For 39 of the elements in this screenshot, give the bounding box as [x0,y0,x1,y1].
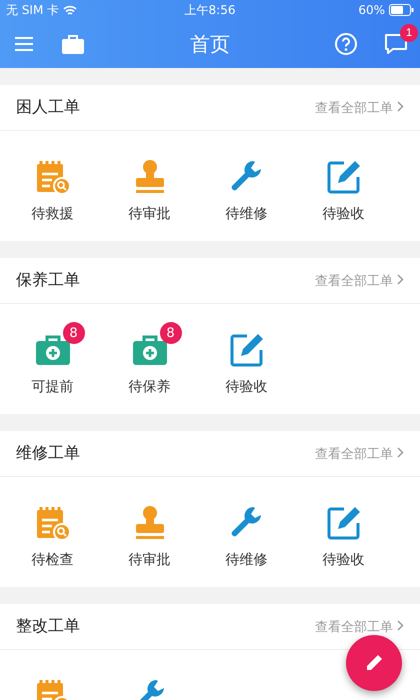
notepad-icon [34,505,70,541]
battery-icon [388,4,414,16]
order-category-item[interactable]: 待审批 [101,147,198,241]
chevron-right-icon [397,274,404,284]
section-title: 保养工单 [16,270,80,291]
pencil-icon [364,653,384,673]
section-title: 整改工单 [16,616,80,637]
chat-bubble-icon [384,32,408,56]
order-category-item[interactable]: 待验收 [295,147,392,241]
edit-icon [326,505,362,541]
order-category-item[interactable]: 待验收 [295,493,392,587]
carrier-text: 无 SIM 卡 [6,2,60,18]
section-title: 困人工单 [16,97,80,118]
messages-button[interactable]: 1 [382,24,418,58]
order-category-item[interactable]: 待检查 [4,493,101,587]
edit-icon [326,159,362,195]
order-category-item[interactable]: 待维修 [198,147,295,241]
order-category-item[interactable]: 8 待保养 [101,320,198,414]
chevron-right-icon [397,446,404,458]
order-category-item[interactable]: 待维修 [198,493,295,587]
briefcase-button[interactable] [60,32,86,56]
status-time: 上午8:56 [184,2,236,18]
order-category-item[interactable]: 待救援 [4,147,101,241]
order-category-item[interactable]: 8 可提前 [4,320,101,414]
battery-percent: 60% [358,3,385,17]
chevron-right-icon [397,620,404,630]
page-title: 首页 [190,30,230,58]
order-category-item[interactable]: 待审批 [101,493,198,587]
order-category-item[interactable]: 待验收 [198,320,295,414]
section-title: 维修工单 [16,443,80,464]
count-badge: 8 [160,322,182,344]
notepad-icon [34,159,70,195]
help-button[interactable] [332,30,360,58]
chevron-right-icon [397,100,404,112]
count-badge: 8 [62,322,84,344]
notification-badge: 1 [400,24,418,42]
menu-button[interactable] [12,34,36,54]
wifi-icon [63,4,78,16]
edit-icon [228,332,264,368]
